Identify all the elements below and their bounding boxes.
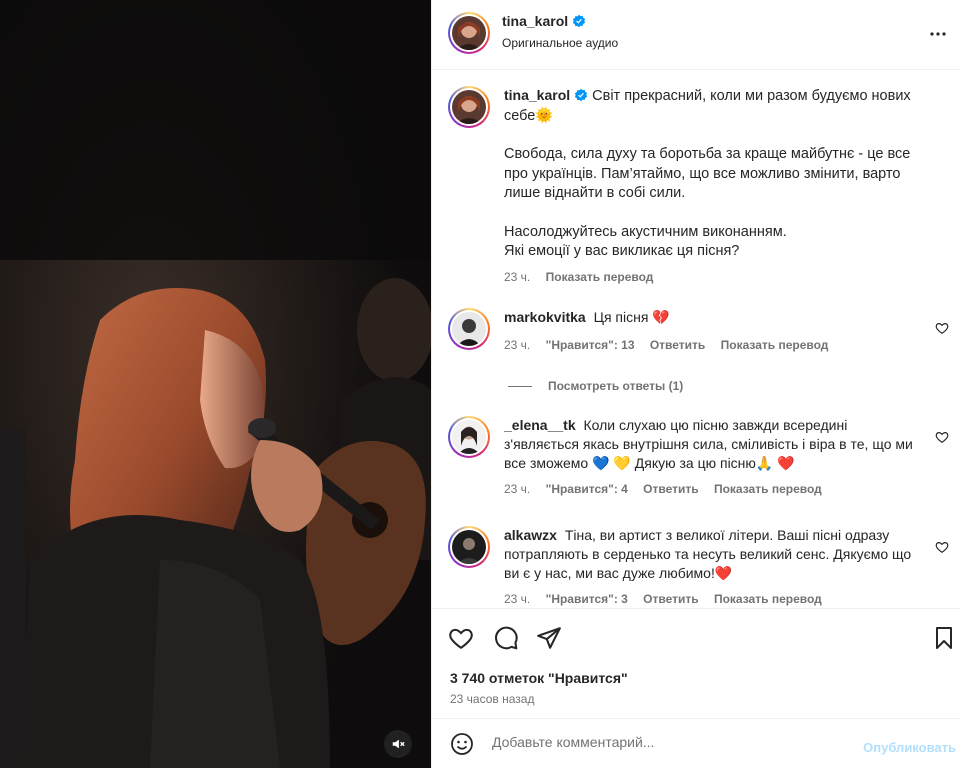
blue-heart-emoji: 💙 — [592, 455, 610, 471]
reply-button[interactable]: Ответить — [643, 482, 698, 496]
commenter-avatar[interactable] — [448, 416, 490, 458]
author-avatar[interactable] — [448, 12, 490, 54]
more-horizontal-icon — [930, 32, 946, 36]
comment-text-2: Дякую за цю пісню — [634, 455, 756, 471]
comment-text: Тіна, ви артист з великої літери. Ваші п… — [504, 527, 912, 581]
caption-translate-link[interactable]: Показать перевод — [546, 270, 654, 284]
instagram-post-modal: tina_karol Оригинальное аудио tina_karol… — [0, 0, 961, 768]
comment-likes-count[interactable]: "Нравится": 13 — [546, 338, 635, 352]
post-video[interactable] — [0, 0, 431, 768]
avatar-image — [452, 530, 486, 564]
publish-comment-button[interactable]: Опубликовать — [863, 740, 956, 755]
view-replies-label: Посмотреть ответы (1) — [548, 379, 684, 393]
translate-link[interactable]: Показать перевод — [714, 592, 822, 606]
comment-item: alkawzx Тіна, ви артист з великої літери… — [448, 526, 949, 608]
broken-heart-emoji: 💔 — [652, 309, 670, 325]
sun-emoji: 🌞 — [535, 107, 554, 124]
red-heart-emoji: ❤️ — [777, 455, 795, 471]
comment-like-heart-icon[interactable] — [935, 540, 949, 554]
translate-link[interactable]: Показать перевод — [721, 338, 829, 352]
share-button[interactable] — [535, 624, 563, 652]
like-button[interactable] — [447, 624, 475, 652]
comment-likes-count[interactable]: "Нравится": 4 — [546, 482, 628, 496]
avatar-image — [452, 420, 486, 454]
bookmark-icon — [936, 627, 952, 649]
replies-divider-line — [508, 385, 532, 387]
caption-paragraph-2: Свобода, сила духу та боротьба за краще … — [504, 146, 911, 201]
original-audio-link[interactable]: Оригинальное аудио — [502, 36, 618, 50]
emoji-icon — [451, 733, 473, 755]
post-header: tina_karol Оригинальное аудио — [432, 0, 961, 70]
comment-icon — [495, 626, 518, 650]
save-button[interactable] — [930, 624, 958, 652]
post-timestamp[interactable]: 23 часов назад — [450, 692, 534, 706]
red-heart-emoji: ❤️ — [714, 565, 733, 581]
comment-item: markokvitka Ця пісня 💔 23 ч. "Нравится":… — [448, 308, 949, 368]
commenter-username[interactable]: _elena__tk — [504, 417, 576, 433]
mute-toggle-button[interactable] — [384, 730, 412, 758]
comment-time[interactable]: 23 ч. — [504, 592, 530, 606]
emoji-picker-button[interactable] — [449, 731, 475, 757]
more-options-button[interactable] — [926, 22, 950, 46]
add-comment-bar: Опубликовать — [432, 718, 961, 768]
muted-speaker-icon — [392, 739, 405, 749]
commenter-avatar[interactable] — [448, 308, 490, 350]
comment-input[interactable] — [492, 734, 832, 750]
reply-button[interactable]: Ответить — [643, 592, 698, 606]
author-username[interactable]: tina_karol — [502, 13, 568, 29]
translate-link[interactable]: Показать перевод — [714, 482, 822, 496]
avatar-image — [452, 16, 486, 50]
pray-emoji: 🙏 — [755, 455, 774, 471]
post-details-panel: tina_karol Оригинальное аудио tina_karol… — [431, 0, 961, 768]
post-actions: 3 740 отметок "Нравится" 23 часов назад — [432, 608, 961, 718]
yellow-heart-emoji: 💛 — [613, 455, 631, 471]
share-icon — [537, 627, 561, 649]
caption-time[interactable]: 23 ч. — [504, 270, 530, 284]
verified-badge-icon — [575, 88, 588, 102]
comment-time[interactable]: 23 ч. — [504, 338, 530, 352]
caption-username[interactable]: tina_karol — [504, 87, 570, 103]
commenter-avatar[interactable] — [448, 526, 490, 568]
comment-like-heart-icon[interactable] — [935, 321, 949, 335]
verified-badge-icon — [573, 14, 586, 28]
commenter-username[interactable]: markokvitka — [504, 309, 586, 325]
avatar-image — [452, 312, 486, 346]
caption-author-avatar[interactable] — [448, 86, 490, 128]
comments-list[interactable]: tina_karol Світ прекрасний, коли ми разом… — [432, 71, 961, 608]
comment-time[interactable]: 23 ч. — [504, 482, 530, 496]
comment-button[interactable] — [492, 624, 520, 652]
commenter-username[interactable]: alkawzx — [504, 527, 557, 543]
avatar-image — [452, 90, 486, 124]
heart-icon — [449, 628, 473, 649]
caption-entry: tina_karol Світ прекрасний, коли ми разом… — [448, 86, 948, 296]
comment-text: Ця пісня — [593, 309, 649, 325]
likes-count[interactable]: 3 740 отметок "Нравится" — [450, 670, 628, 686]
comment-item: _elena__tk Коли слухаю цю пісню завжди в… — [448, 416, 949, 516]
comment-likes-count[interactable]: "Нравится": 3 — [546, 592, 628, 606]
comment-like-heart-icon[interactable] — [935, 430, 949, 444]
caption-paragraph-3a: Насолоджуйтесь акустичним виконанням. — [504, 223, 787, 240]
reply-button[interactable]: Ответить — [650, 338, 705, 352]
view-replies-button[interactable]: Посмотреть ответы (1) — [508, 379, 683, 393]
caption-paragraph-3b: Які емоції у вас викликає ця пісня? — [504, 243, 740, 259]
video-frame — [0, 0, 431, 768]
